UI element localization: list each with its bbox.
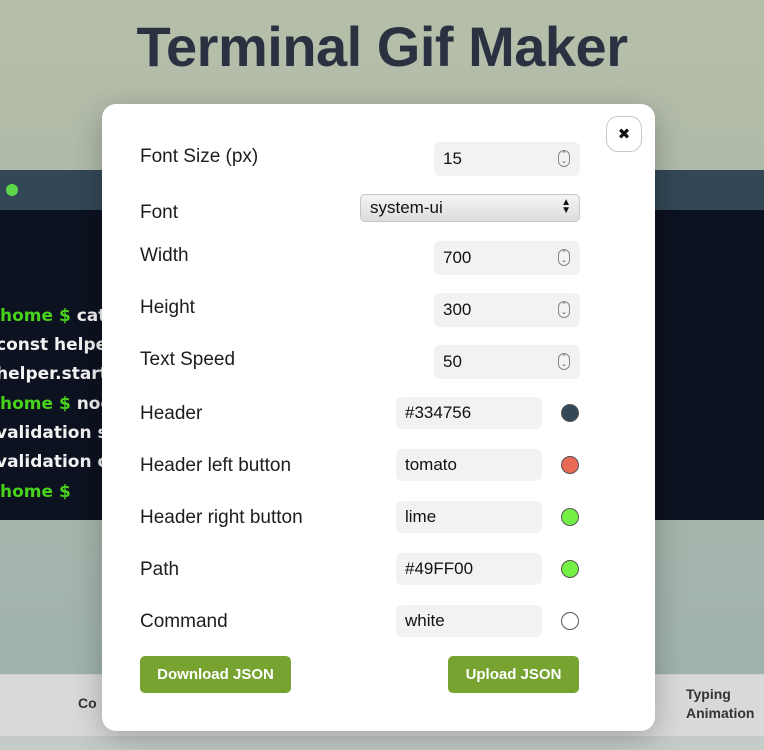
header-left-button-input[interactable]: tomato [396, 449, 542, 481]
font-size-input[interactable]: 15 ⌃ ⌄ [434, 142, 580, 176]
path-color-swatch[interactable] [561, 560, 579, 578]
terminal-path: home $ [0, 306, 71, 326]
text-speed-label: Text Speed [140, 349, 236, 370]
width-value: 700 [443, 248, 472, 267]
table-header-cell-typing-animation: Typing Animation [686, 685, 754, 723]
command-color-row: Command white [140, 605, 580, 641]
header-left-button-value: tomato [405, 455, 457, 474]
path-color-value: #49FF00 [405, 559, 474, 578]
font-row: Font system-ui ▲ ▼ [140, 194, 580, 232]
font-size-value: 15 [443, 149, 462, 168]
text-speed-input[interactable]: 50 ⌃ ⌄ [434, 345, 580, 379]
header-left-button-row: Header left button tomato [140, 449, 580, 485]
header-color-swatch[interactable] [561, 404, 579, 422]
header-color-row: Header #334756 [140, 397, 580, 433]
header-right-button-row: Header right button lime [140, 501, 580, 537]
terminal-output: const helper [0, 335, 116, 355]
width-input[interactable]: 700 ⌃ ⌄ [434, 241, 580, 275]
header-right-button-input[interactable]: lime [396, 501, 542, 533]
text-speed-row: Text Speed 50 ⌃ ⌄ [140, 345, 580, 379]
command-color-swatch[interactable] [561, 612, 579, 630]
text-speed-value: 50 [443, 352, 462, 371]
path-color-label: Path [140, 559, 180, 580]
width-label: Width [140, 245, 189, 266]
table-divider [0, 736, 764, 750]
header-right-button-label: Header right button [140, 507, 303, 528]
font-size-label: Font Size (px) [140, 146, 259, 167]
font-select-value: system-ui [370, 198, 443, 217]
spinner-icon[interactable]: ⌃ ⌄ [558, 249, 570, 266]
command-color-input[interactable]: white [396, 605, 542, 637]
close-button[interactable]: ✖ [606, 116, 642, 152]
font-size-row: Font Size (px) 15 ⌃ ⌄ [140, 142, 580, 176]
download-json-button[interactable]: Download JSON [140, 656, 291, 693]
header-color-input[interactable]: #334756 [396, 397, 542, 429]
font-select[interactable]: system-ui ▲ ▼ [360, 194, 580, 222]
font-label: Font [140, 202, 179, 223]
terminal-line: home $ cat i [0, 306, 118, 326]
table-header-cell: Co [78, 695, 97, 711]
settings-modal: ✖ Font Size (px) 15 ⌃ ⌄ Font system-ui ▲ ▼… [102, 104, 655, 731]
spinner-icon[interactable]: ⌃ ⌄ [558, 150, 570, 167]
width-row: Width 700 ⌃ ⌄ [140, 241, 580, 275]
header-color-value: #334756 [405, 403, 472, 422]
terminal-path: home $ [0, 394, 71, 414]
height-row: Height 300 ⌃ ⌄ [140, 293, 580, 327]
header-left-button-swatch[interactable] [561, 456, 579, 474]
table-header-text: Animation [686, 705, 755, 721]
spinner-icon[interactable]: ⌃ ⌄ [558, 301, 570, 318]
page-title: Terminal Gif Maker [136, 15, 628, 78]
terminal-line: home $ [0, 482, 71, 502]
command-color-label: Command [140, 611, 228, 632]
spinner-icon[interactable]: ⌃ ⌄ [558, 353, 570, 370]
height-input[interactable]: 300 ⌃ ⌄ [434, 293, 580, 327]
upload-json-button[interactable]: Upload JSON [448, 656, 579, 693]
terminal-path: home $ [0, 482, 71, 502]
terminal-line: const helper [0, 335, 116, 355]
header-right-button-swatch[interactable] [561, 508, 579, 526]
header-right-button-value: lime [405, 507, 437, 526]
terminal-right-button-dot [6, 184, 18, 196]
path-color-input[interactable]: #49FF00 [396, 553, 542, 585]
select-arrows-icon: ▲ ▼ [561, 197, 571, 216]
height-value: 300 [443, 300, 472, 319]
path-color-row: Path #49FF00 [140, 553, 580, 589]
command-color-value: white [405, 611, 445, 630]
height-label: Height [140, 297, 195, 318]
table-header-text: Typing [686, 686, 731, 702]
close-icon: ✖ [617, 126, 631, 143]
header-left-button-label: Header left button [140, 455, 292, 476]
header-color-label: Header [140, 403, 203, 424]
